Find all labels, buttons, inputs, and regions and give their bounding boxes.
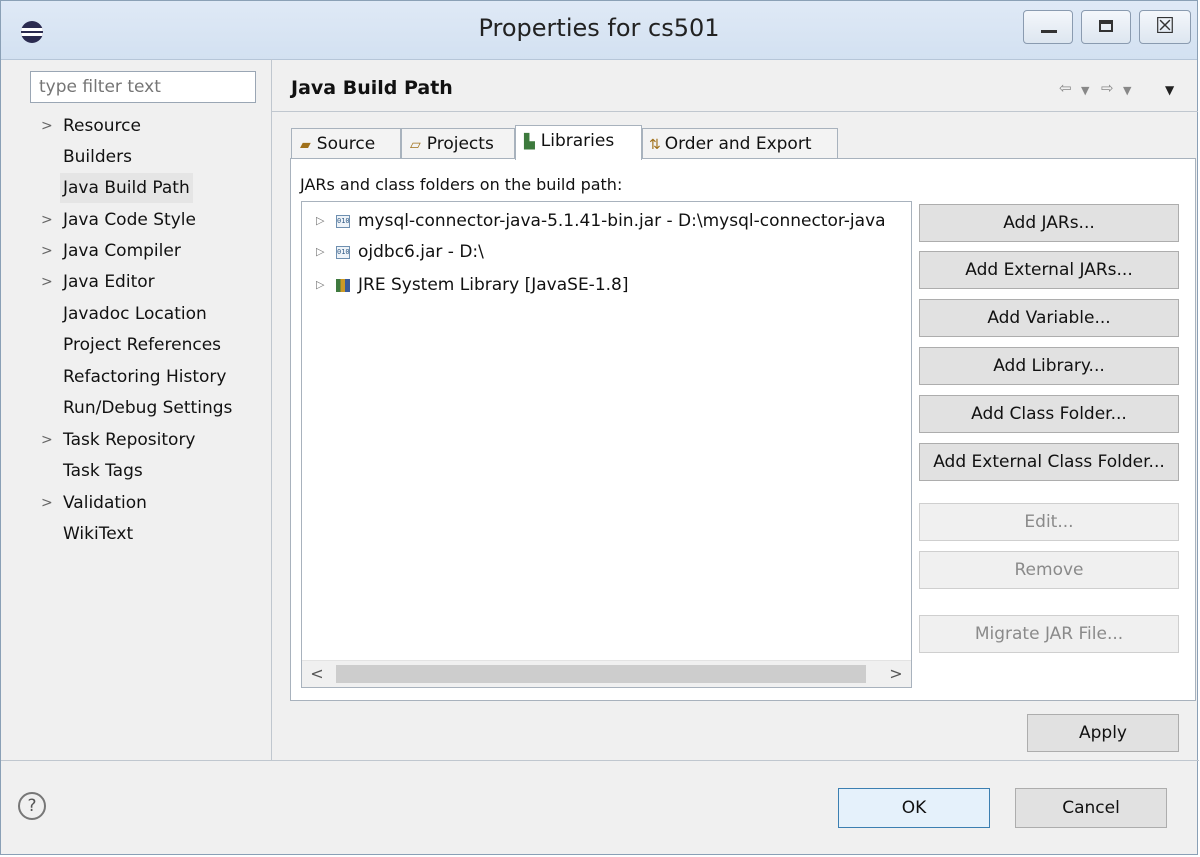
source-folder-icon: ▰ [300, 137, 311, 153]
library-icon [336, 279, 350, 292]
view-menu-icon[interactable]: ▼ [1165, 83, 1174, 97]
minimize-icon [1041, 30, 1057, 33]
edit-button[interactable]: Edit... [919, 503, 1179, 541]
scroll-right-icon[interactable]: > [881, 661, 911, 687]
minimize-button[interactable] [1023, 10, 1073, 44]
order-export-icon: ⇅ [649, 137, 661, 153]
ok-button[interactable]: OK [838, 788, 990, 828]
footer-divider [1, 760, 1199, 761]
libraries-icon: ▙ [524, 134, 535, 150]
sidebar-item-resource[interactable]: > Resource [1, 111, 271, 141]
forward-menu-icon[interactable]: ▼ [1123, 84, 1131, 97]
sidebar-divider [271, 59, 272, 760]
add-library-button[interactable]: Add Library... [919, 347, 1179, 385]
tab-projects[interactable]: ▱ Projects [401, 128, 515, 159]
cancel-button[interactable]: Cancel [1015, 788, 1167, 828]
add-jars-button[interactable]: Add JARs... [919, 204, 1179, 242]
properties-dialog: Properties for cs501 ☒ >Resource Builder… [0, 0, 1199, 855]
close-icon: ☒ [1155, 14, 1175, 39]
chevron-right-icon[interactable]: > [41, 205, 53, 235]
sidebar-item-refactoring-history[interactable]: Refactoring History [1, 362, 271, 392]
window-title: Properties for cs501 [478, 14, 720, 42]
tab-libraries[interactable]: ▙ Libraries [515, 125, 642, 160]
sidebar-item-javadoc-location[interactable]: Javadoc Location [1, 299, 271, 329]
expand-triangle-icon[interactable]: ▷ [316, 237, 324, 267]
sidebar-item-java-code-style[interactable]: > Java Code Style [1, 205, 271, 235]
add-external-jars-button[interactable]: Add External JARs... [919, 251, 1179, 289]
chevron-right-icon[interactable]: > [41, 425, 53, 455]
sidebar-item-validation[interactable]: > Validation [1, 488, 271, 518]
chevron-right-icon[interactable]: > [41, 236, 53, 266]
close-button[interactable]: ☒ [1139, 10, 1191, 44]
sidebar-item-project-references[interactable]: Project References [1, 330, 271, 360]
panel-label: JARs and class folders on the build path… [300, 175, 623, 194]
maximize-icon [1099, 20, 1113, 32]
expand-triangle-icon[interactable]: ▷ [316, 206, 324, 236]
projects-folder-icon: ▱ [410, 137, 421, 153]
help-icon[interactable]: ? [18, 792, 46, 820]
sidebar-item-wikitext[interactable]: WikiText [1, 519, 271, 549]
library-tree[interactable]: ▷ 010 mysql-connector-java-5.1.41-bin.ja… [301, 201, 912, 688]
back-arrow-icon[interactable]: ⇦ [1059, 79, 1072, 97]
add-class-folder-button[interactable]: Add Class Folder... [919, 395, 1179, 433]
maximize-button[interactable] [1081, 10, 1131, 44]
add-variable-button[interactable]: Add Variable... [919, 299, 1179, 337]
jar-icon: 010 [336, 215, 350, 228]
header-divider [272, 111, 1198, 112]
apply-button[interactable]: Apply [1027, 714, 1179, 752]
scrollbar-thumb[interactable] [336, 665, 866, 683]
sidebar-item-task-repository[interactable]: > Task Repository [1, 425, 271, 455]
tab-order-and-export[interactable]: ⇅ Order and Export [642, 128, 838, 159]
sidebar-item-java-build-path[interactable]: Java Build Path [1, 173, 271, 203]
chevron-right-icon[interactable]: > [41, 111, 53, 141]
sidebar-item-java-editor[interactable]: > Java Editor [1, 267, 271, 297]
chevron-right-icon[interactable]: > [41, 267, 53, 297]
chevron-right-icon[interactable]: > [41, 488, 53, 518]
title-bar: Properties for cs501 ☒ [1, 1, 1197, 60]
horizontal-scrollbar[interactable]: < > [302, 660, 911, 687]
migrate-jar-file-button[interactable]: Migrate JAR File... [919, 615, 1179, 653]
jar-icon: 010 [336, 246, 350, 259]
sidebar-item-run-debug-settings[interactable]: Run/Debug Settings [1, 393, 271, 423]
tab-source[interactable]: ▰ Source [291, 128, 401, 159]
scroll-left-icon[interactable]: < [302, 661, 332, 687]
sidebar-item-java-compiler[interactable]: > Java Compiler [1, 236, 271, 266]
forward-arrow-icon[interactable]: ⇨ [1101, 79, 1114, 97]
filter-input[interactable] [30, 71, 256, 103]
page-title: Java Build Path [291, 77, 453, 99]
sidebar-item-task-tags[interactable]: Task Tags [1, 456, 271, 486]
back-menu-icon[interactable]: ▼ [1081, 84, 1089, 97]
sidebar-item-builders[interactable]: Builders [1, 142, 271, 172]
expand-triangle-icon[interactable]: ▷ [316, 270, 324, 300]
add-external-class-folder-button[interactable]: Add External Class Folder... [919, 443, 1179, 481]
remove-button[interactable]: Remove [919, 551, 1179, 589]
